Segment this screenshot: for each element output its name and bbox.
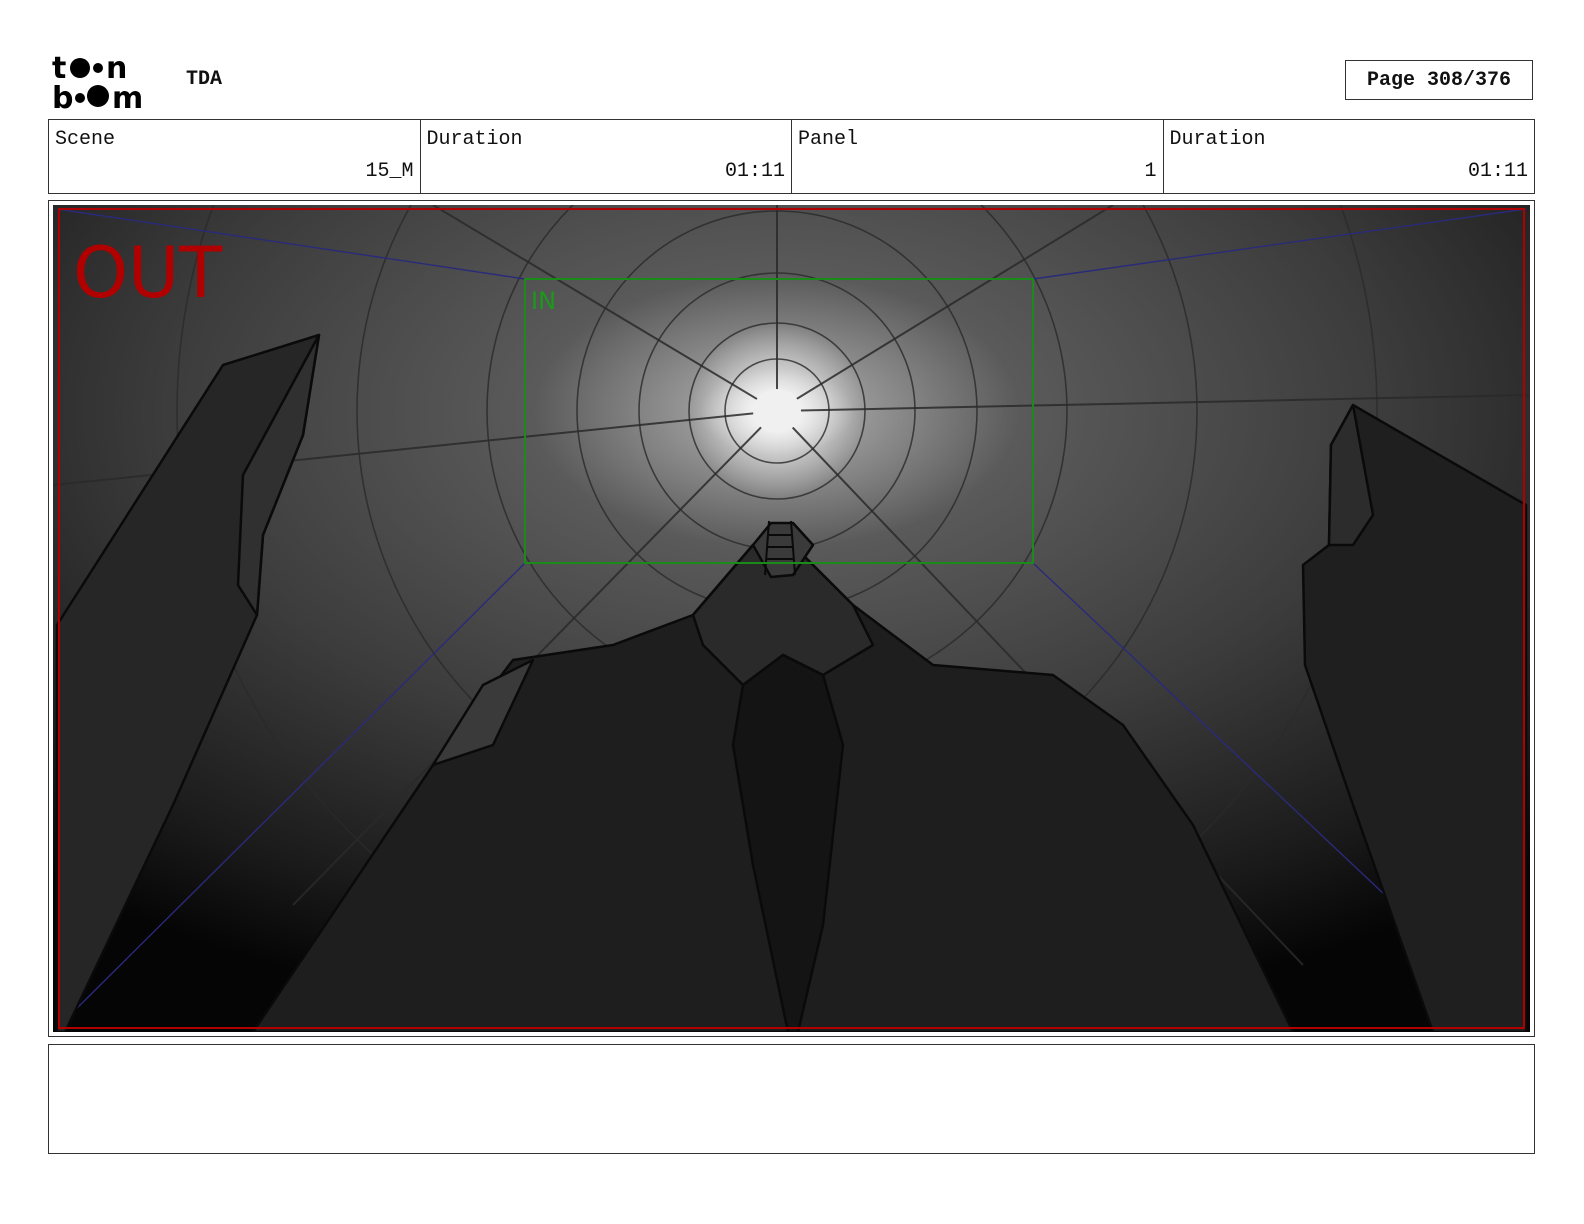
page-number: Page 308/376 [1345, 60, 1533, 100]
panel-value: 1 [1144, 160, 1157, 183]
light-source [753, 389, 801, 433]
panel-cell: Panel 1 [792, 120, 1164, 193]
panel-duration-label: Duration [1169, 128, 1266, 151]
panel-duration-cell: Duration 01:11 [1164, 120, 1535, 193]
svg-text:m: m [112, 81, 143, 112]
scene-label: Scene [55, 128, 116, 151]
scene-duration-value: 01:11 [724, 160, 785, 183]
svg-text:b: b [52, 81, 73, 112]
scene-duration-cell: Duration 01:11 [421, 120, 792, 193]
scene-duration-label: Duration [426, 128, 523, 151]
toon-boom-logo: t n b m [52, 51, 143, 112]
storyboard-panel: IN OUT [48, 200, 1535, 1037]
scene-info-row: Scene 15_M Duration 01:11 Panel 1 Durati… [48, 119, 1535, 194]
panel-drawing: IN OUT [53, 205, 1530, 1032]
panel-notes [48, 1044, 1535, 1154]
project-title: TDA [186, 68, 223, 91]
panel-duration-value: 01:11 [1467, 160, 1528, 183]
panel-label: Panel [798, 128, 859, 151]
in-label: IN [531, 287, 556, 315]
scene-value: 15_M [365, 160, 414, 183]
scene-cell: Scene 15_M [49, 120, 421, 193]
out-label: OUT [73, 232, 222, 314]
